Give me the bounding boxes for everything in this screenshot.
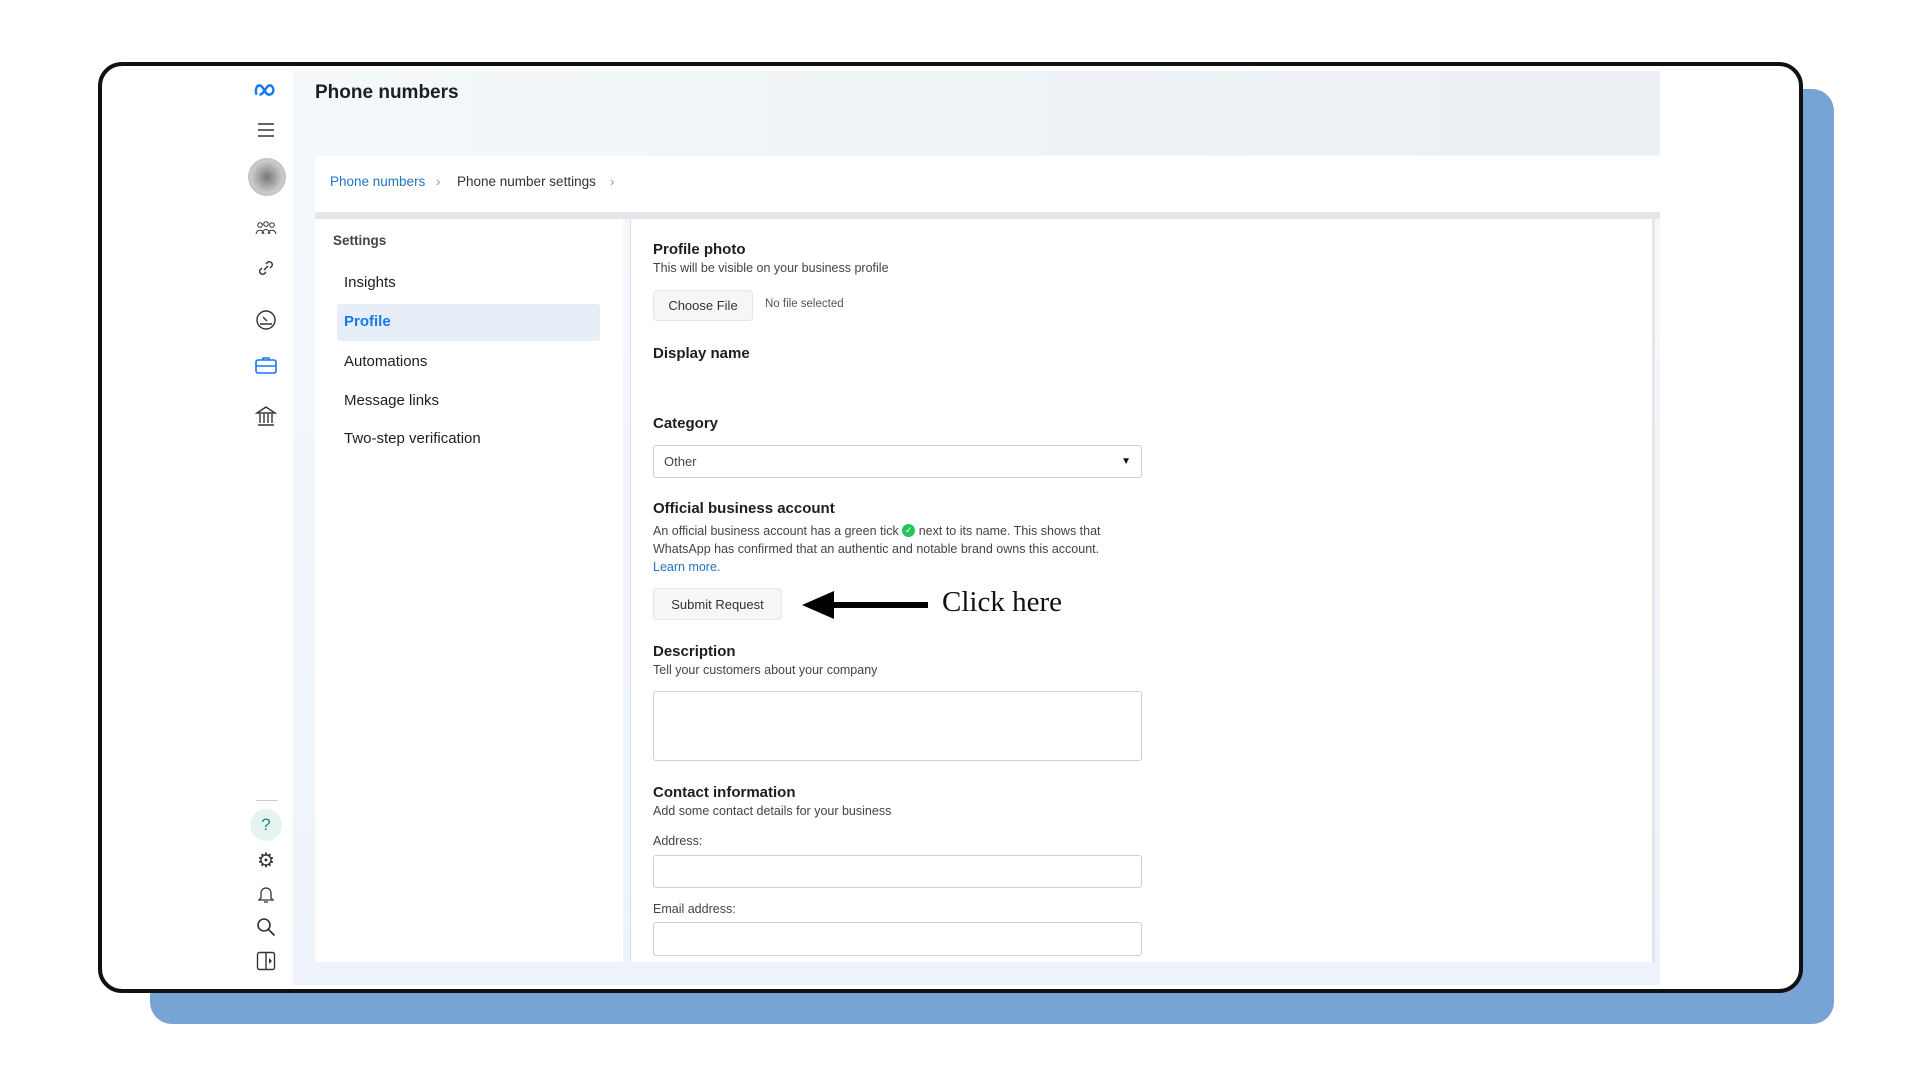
settings-heading: Settings <box>333 233 387 248</box>
category-select[interactable]: Other ▼ <box>653 445 1142 478</box>
category-value: Other <box>664 454 697 469</box>
gear-icon[interactable]: ⚙ <box>254 848 278 872</box>
description-title: Description <box>653 643 736 660</box>
email-label: Email address: <box>653 902 736 916</box>
page-header <box>293 71 1660 155</box>
bank-icon[interactable] <box>254 404 278 428</box>
meta-logo-icon[interactable] <box>254 78 278 102</box>
contact-subtitle: Add some contact details for your busine… <box>653 804 892 818</box>
official-account-text: An official business account has a green… <box>653 522 1153 576</box>
rail-divider <box>256 800 278 801</box>
display-name-title: Display name <box>653 345 750 362</box>
menu-icon[interactable] <box>254 118 278 142</box>
people-icon[interactable] <box>254 217 278 241</box>
official-text-3: WhatsApp has confirmed that an authentic… <box>653 542 1100 556</box>
profile-photo-subtitle: This will be visible on your business pr… <box>653 261 889 275</box>
address-input[interactable] <box>653 855 1142 888</box>
divider <box>315 212 1660 219</box>
sidebar-item-profile-label[interactable]: Profile <box>344 313 391 330</box>
profile-photo-title: Profile photo <box>653 241 746 258</box>
category-title: Category <box>653 415 719 432</box>
search-icon[interactable] <box>254 915 278 939</box>
address-label: Address: <box>653 834 703 848</box>
sidebar-item-two-step-verification[interactable]: Two-step verification <box>344 430 481 447</box>
official-account-title: Official business account <box>653 500 835 517</box>
green-tick-icon: ✓ <box>902 524 916 537</box>
learn-more-link[interactable]: Learn more. <box>653 560 720 574</box>
chevron-right-icon: › <box>436 174 441 189</box>
click-here-annotation: Click here <box>942 586 1062 618</box>
gauge-icon[interactable] <box>254 308 278 332</box>
bell-icon[interactable] <box>254 882 278 906</box>
sidebar-item-automations[interactable]: Automations <box>344 353 427 370</box>
sidebar-item-insights[interactable]: Insights <box>344 274 396 291</box>
breadcrumb-phone-number-settings: Phone number settings <box>457 174 596 189</box>
official-text-2: next to its name. This shows that <box>918 524 1101 538</box>
contact-title: Contact information <box>653 784 796 801</box>
arrow-left-icon <box>802 591 928 619</box>
file-status: No file selected <box>765 298 844 310</box>
chevron-right-icon: › <box>610 174 615 189</box>
submit-request-button[interactable]: Submit Request <box>653 588 782 620</box>
official-text-1: An official business account has a green… <box>653 524 899 538</box>
breadcrumb-phone-numbers[interactable]: Phone numbers <box>330 174 425 189</box>
link-icon[interactable] <box>254 256 278 280</box>
description-subtitle: Tell your customers about your company <box>653 663 878 677</box>
choose-file-button[interactable]: Choose File <box>653 290 753 321</box>
sidebar-item-message-links[interactable]: Message links <box>344 392 439 409</box>
profile-form-panel <box>630 219 1655 962</box>
page-title: Phone numbers <box>315 82 459 103</box>
briefcase-icon[interactable] <box>254 353 278 377</box>
email-input[interactable] <box>653 922 1142 956</box>
help-icon[interactable]: ? <box>250 809 282 841</box>
description-textarea[interactable] <box>653 691 1142 761</box>
caret-down-icon: ▼ <box>1121 456 1131 467</box>
avatar[interactable] <box>248 158 286 196</box>
panel-icon[interactable] <box>254 949 278 973</box>
